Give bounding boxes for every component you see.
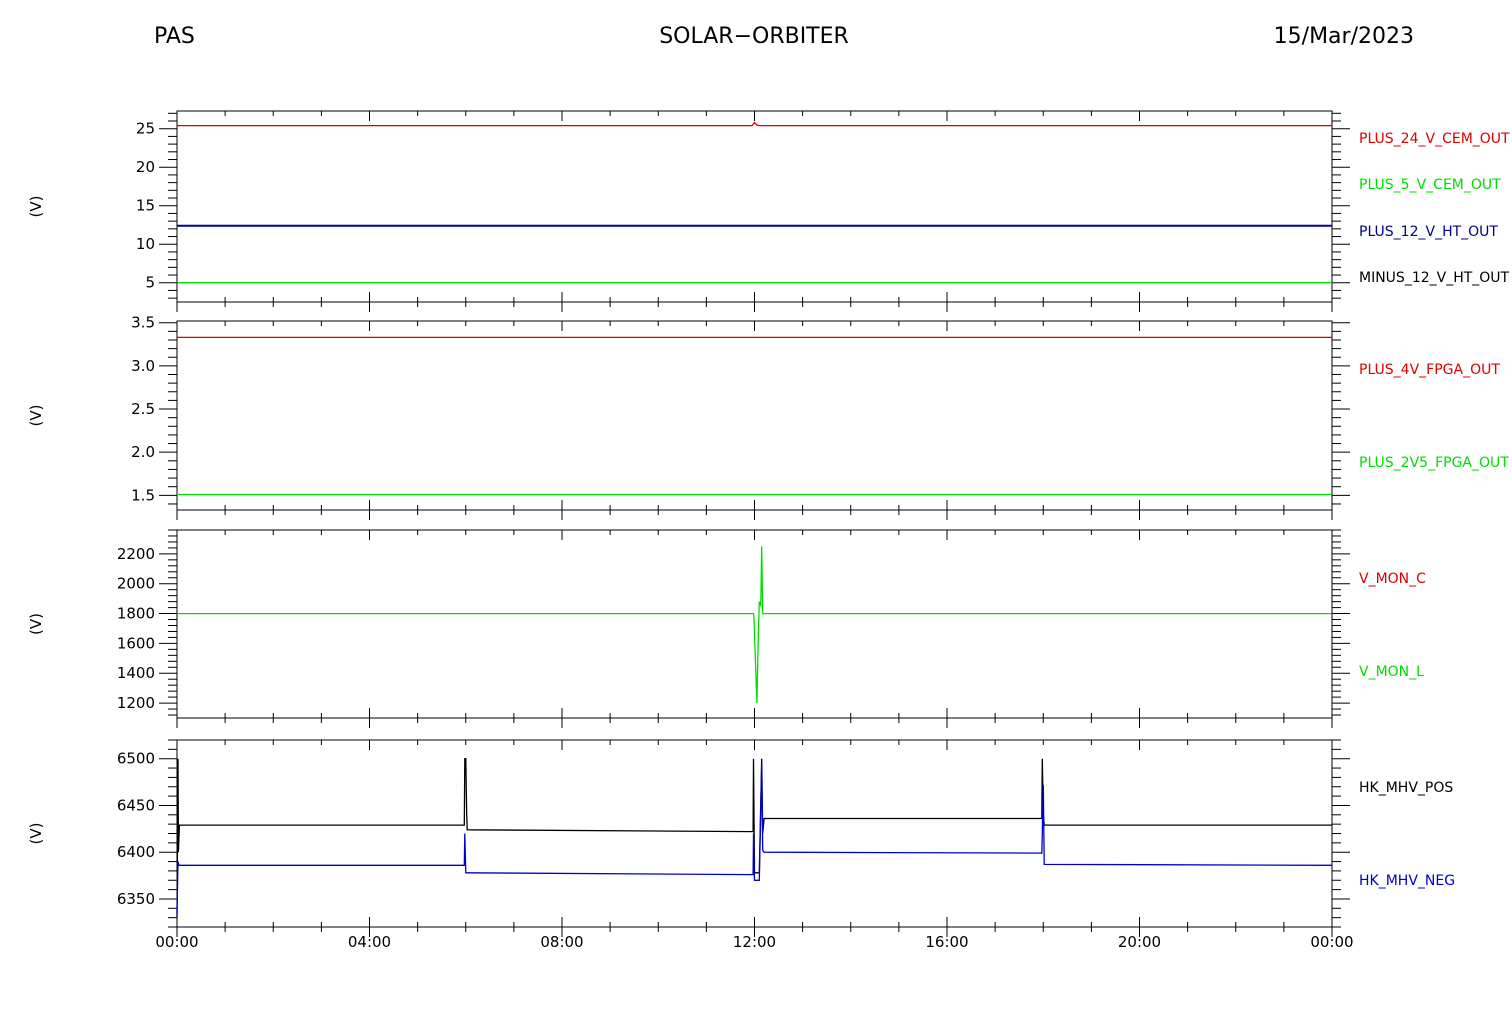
- y-axis-label: (V): [27, 613, 45, 635]
- legend-label: HK_MHV_POS: [1359, 780, 1453, 796]
- series-line-plus_24_v_cem_out: [177, 121, 1332, 127]
- series-line-v_mon_l: [177, 546, 1332, 704]
- y-tick-label: 2000: [117, 575, 155, 593]
- legend-label: PLUS_24_V_CEM_OUT: [1359, 131, 1510, 147]
- y-tick-label: 1.5: [131, 486, 155, 504]
- legend-label: V_MON_L: [1359, 664, 1424, 680]
- series-line-hk_mhv_pos: [176, 758, 1332, 918]
- y-tick-label: 1800: [117, 605, 155, 623]
- y-axis-label: (V): [27, 196, 45, 218]
- legend-label: PLUS_4V_FPGA_OUT: [1359, 362, 1500, 378]
- y-tick-label: 3.5: [131, 314, 155, 332]
- y-tick-label: 1400: [117, 664, 155, 682]
- y-tick-label: 6500: [117, 750, 155, 768]
- legend-label: MINUS_12_V_HT_OUT: [1359, 270, 1510, 286]
- x-tick-label: 12:00: [733, 933, 776, 951]
- legend-label: PLUS_2V5_FPGA_OUT: [1359, 455, 1509, 471]
- y-tick-label: 2.0: [131, 443, 155, 461]
- y-tick-label: 2.5: [131, 400, 155, 418]
- y-tick-label: 5: [145, 274, 155, 292]
- y-tick-label: 1200: [117, 694, 155, 712]
- x-tick-label: 08:00: [540, 933, 583, 951]
- panel-frame: [176, 110, 1333, 303]
- y-tick-label: 15: [136, 197, 155, 215]
- y-tick-label: 10: [136, 235, 155, 253]
- y-tick-label: 3.0: [131, 357, 155, 375]
- legend-label: PLUS_12_V_HT_OUT: [1359, 224, 1498, 240]
- y-tick-label: 20: [136, 158, 155, 176]
- x-tick-label: 20:00: [1118, 933, 1161, 951]
- y-tick-label: 25: [136, 120, 155, 138]
- legend-label: PLUS_5_V_CEM_OUT: [1359, 177, 1501, 193]
- y-tick-label: 6450: [117, 796, 155, 814]
- y-tick-label: 1600: [117, 634, 155, 652]
- y-axis-label: (V): [27, 823, 45, 845]
- housekeeping-voltage-charts: 5 10 15 20 25 (V) PLUS_24_V_CEM_OUT PLUS_5_V_CE…: [27, 110, 1510, 951]
- legend-label: HK_MHV_NEG: [1359, 873, 1455, 889]
- y-tick-label: 6350: [117, 890, 155, 908]
- x-tick-label: 00:00: [1310, 933, 1353, 951]
- x-tick-label: 16:00: [925, 933, 968, 951]
- x-tick-label: 04:00: [348, 933, 391, 951]
- y-tick-label: 2200: [117, 545, 155, 563]
- y-axis-label: (V): [27, 405, 45, 427]
- legend-label: V_MON_C: [1359, 571, 1426, 587]
- x-tick-label: 00:00: [155, 933, 198, 951]
- panel-frame: [176, 320, 1333, 511]
- y-tick-label: 6400: [117, 843, 155, 861]
